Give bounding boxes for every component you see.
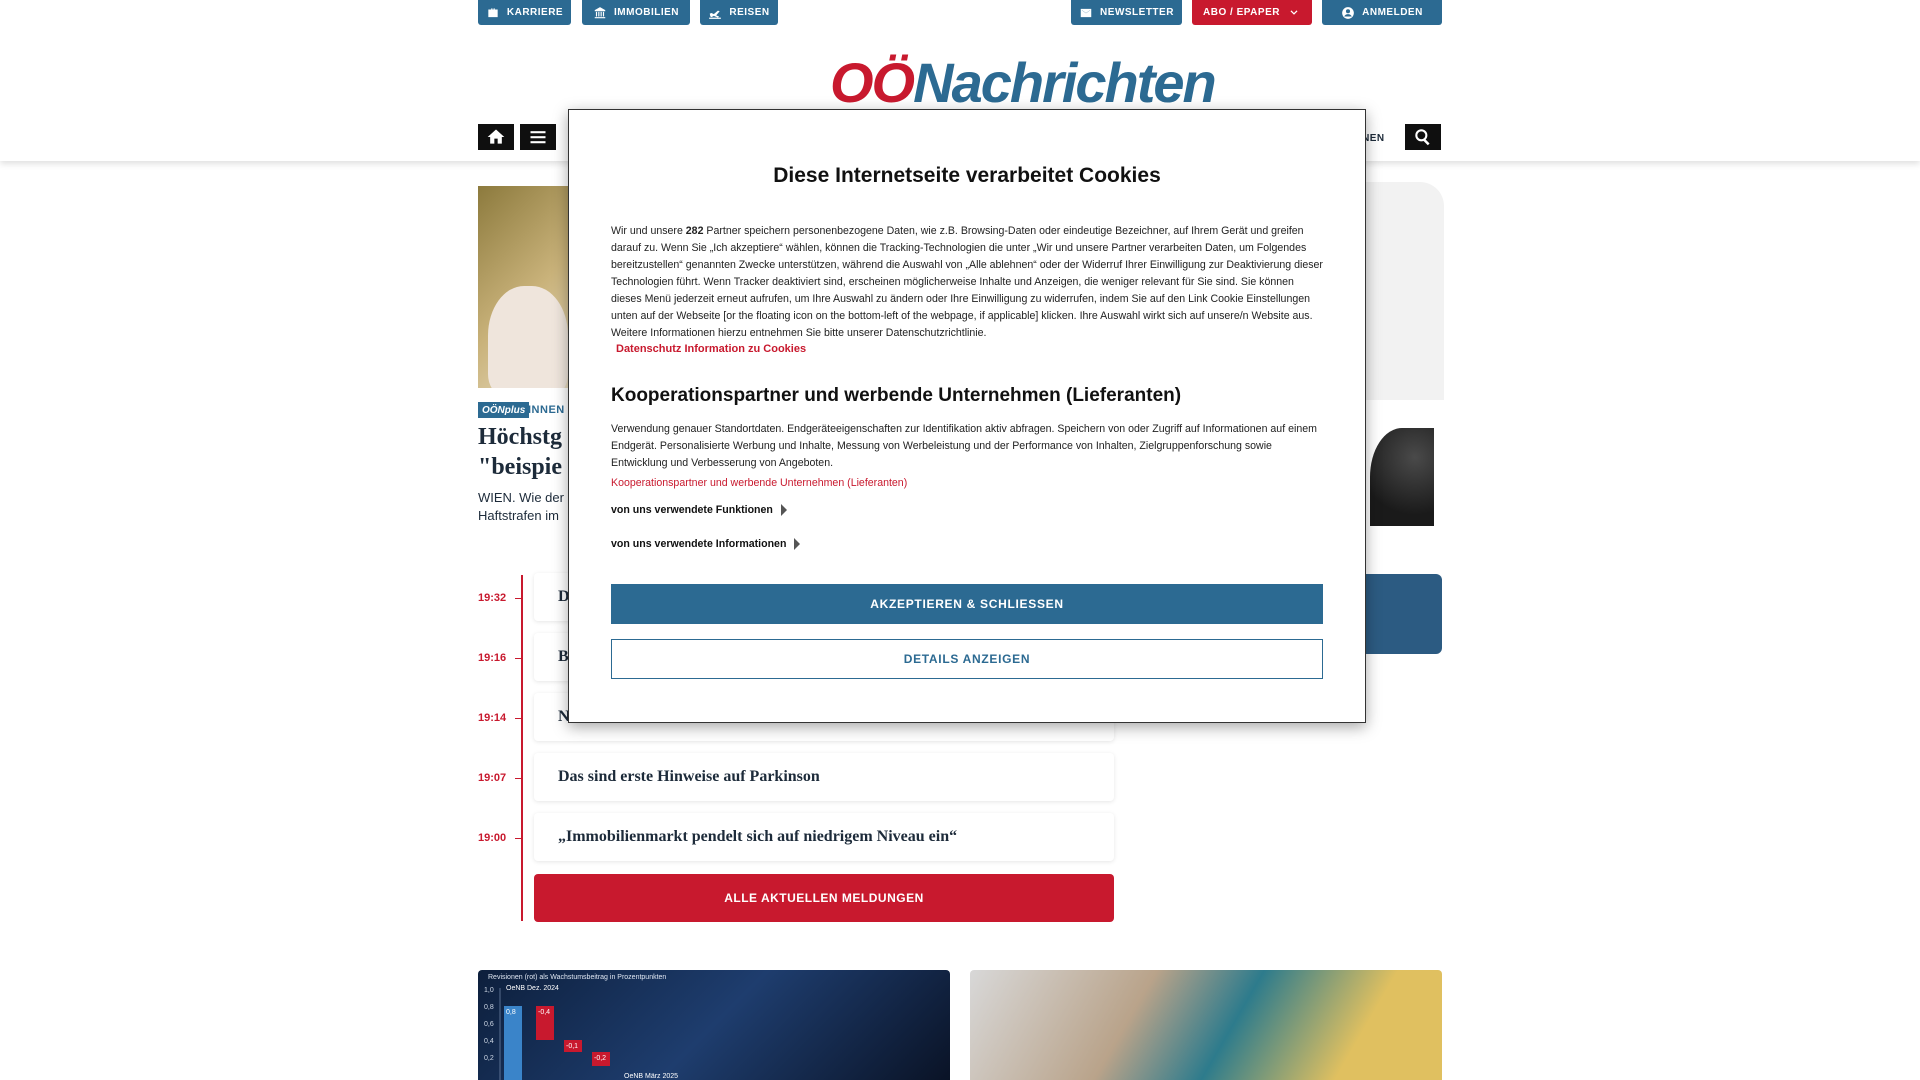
- ticker-dash: [515, 598, 521, 599]
- economy-chart-graphic: 1,0 0,8 0,6 0,4 0,2 0,8 -0,4 -0,1 -0,2 O…: [484, 985, 678, 1080]
- newsletter-button[interactable]: NEWSLETTER: [1071, 0, 1182, 25]
- search-button[interactable]: [1405, 124, 1441, 150]
- ticker-time: 19:32: [478, 592, 507, 604]
- ticker-time: 19:14: [478, 712, 507, 724]
- mail-icon: [1080, 8, 1092, 17]
- home-icon: [487, 129, 505, 144]
- information-expander[interactable]: von uns verwendete Informationen: [611, 538, 801, 550]
- chart-bar-label: 0,8: [506, 1009, 516, 1016]
- partner-count: 282: [685, 225, 704, 237]
- partners-heading: Kooperationspartner und werbende Unterne…: [611, 385, 1182, 406]
- ticker-dash: [515, 778, 521, 779]
- chart-tick: 0,4: [484, 1038, 494, 1045]
- ticker-dash: [515, 838, 521, 839]
- show-details-button[interactable]: DETAILS ANZEIGEN: [611, 639, 1323, 679]
- lead-person-head: [488, 286, 568, 388]
- briefcase-icon: [488, 7, 498, 17]
- chart-bar: [504, 1006, 522, 1080]
- home-button[interactable]: [478, 124, 514, 150]
- partners-text: Verwendung genauer Standortdaten. Endger…: [611, 423, 1317, 469]
- expand-arrow-icon: [794, 538, 801, 550]
- ticker-item[interactable]: Das sind erste Hinweise auf Parkinson: [534, 753, 1114, 801]
- accept-and-close-button[interactable]: AKZEPTIEREN & SCHLIESSEN: [611, 584, 1323, 624]
- ticker-dash: [515, 718, 521, 719]
- cookie-dialog-title: Diese Internetseite verarbeitet Cookies: [773, 164, 1161, 187]
- ticker-dash: [515, 658, 521, 659]
- ticker-time: 19:07: [478, 772, 507, 784]
- lead-title[interactable]: Höchstg "beispie: [478, 422, 568, 482]
- chevron-down-icon: [1290, 9, 1298, 15]
- lead-teaser: WIEN. Wie der Haftstrafen im: [478, 490, 564, 523]
- chart-note: OeNB Dez. 2024: [506, 985, 559, 992]
- bottom-teaser-image-chart[interactable]: Revisionen (rot) als Wachstumsbeitrag in…: [478, 970, 950, 1080]
- karriere-button[interactable]: KARRIERE: [478, 0, 571, 25]
- ticker-time: 19:00: [478, 832, 507, 844]
- menu-button[interactable]: [520, 124, 556, 150]
- lead-kicker: INNEN: [528, 404, 565, 416]
- expand-arrow-icon: [780, 504, 787, 516]
- lead-article-image[interactable]: [478, 186, 568, 388]
- right-teaser-card[interactable]: [1360, 182, 1444, 400]
- chart-bar-label: -0,1: [566, 1043, 578, 1050]
- ticker-timeline: [521, 575, 523, 921]
- partners-link[interactable]: Kooperationspartner und werbende Unterne…: [611, 477, 907, 489]
- right-teaser-image[interactable]: [1370, 428, 1434, 526]
- ticker-item[interactable]: „Immobilienmarkt pendelt sich auf niedri…: [534, 813, 1114, 861]
- privacy-info-link[interactable]: Datenschutz Information zu Cookies: [616, 343, 806, 355]
- chart-bar-label: -0,2: [594, 1055, 606, 1062]
- site-logo[interactable]: OÖNachrichten: [830, 50, 1217, 115]
- chart-tick: 0,2: [484, 1055, 494, 1062]
- functions-expander[interactable]: von uns verwendete Funktionen: [611, 504, 787, 516]
- chart-note: OeNB März 2025: [624, 1073, 678, 1080]
- chart-tick: 1,0: [484, 987, 494, 994]
- bottom-teaser-image-hockey[interactable]: [970, 970, 1442, 1080]
- cookie-dialog-text: Wir und unsere 282 Partner speichern per…: [611, 225, 1323, 339]
- chart-caption: Revisionen (rot) als Wachstumsbeitrag in…: [488, 974, 667, 981]
- airplane-icon: [709, 10, 722, 19]
- chart-tick: 0,8: [484, 1004, 494, 1011]
- abo-epaper-dropdown[interactable]: ABO / EPAPER: [1192, 0, 1312, 25]
- building-icon: [594, 6, 606, 18]
- right-blue-banner[interactable]: [1364, 574, 1442, 654]
- oonplus-badge: OÖNplus: [478, 402, 530, 418]
- anmelden-button[interactable]: ANMELDEN: [1322, 0, 1442, 25]
- user-icon: [1342, 6, 1354, 19]
- cookie-consent-dialog: Diese Internetseite verarbeitet Cookies …: [568, 109, 1366, 723]
- chart-tick: 0,6: [484, 1021, 494, 1028]
- all-news-button[interactable]: ALLE AKTUELLEN MELDUNGEN: [534, 874, 1114, 922]
- immobilien-button[interactable]: IMMOBILIEN: [582, 0, 690, 25]
- reisen-button[interactable]: REISEN: [700, 0, 778, 25]
- hamburger-menu-icon: [530, 131, 546, 144]
- chart-bar-label: -0,4: [538, 1009, 550, 1016]
- ticker-time: 19:16: [478, 652, 507, 664]
- search-icon: [1415, 129, 1430, 146]
